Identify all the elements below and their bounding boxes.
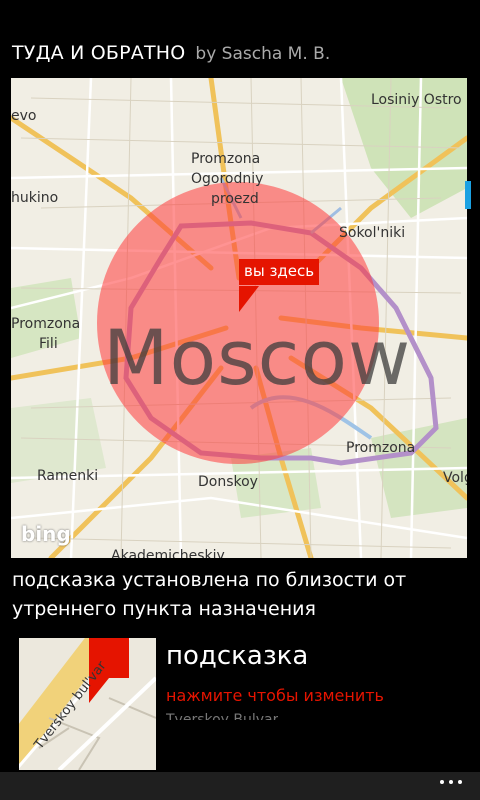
app-bar: [0, 772, 480, 800]
bing-logo: bing: [21, 522, 71, 546]
dot-icon: [458, 780, 462, 784]
hint-description: подсказка установлена по близости от утр…: [12, 569, 407, 620]
change-hint-link[interactable]: нажмите чтобы изменить: [166, 686, 384, 705]
place-label: Sokol'niki: [339, 225, 406, 241]
place-label: Promzona: [346, 440, 416, 456]
thumbnail-map: [19, 638, 156, 770]
app-author: by Sascha M. B.: [195, 44, 331, 64]
place-label: Donskoy: [198, 474, 258, 490]
map-view[interactable]: Losiniy Ostro evo Promzona Ogorodniy pro…: [11, 78, 467, 558]
you-are-here-marker[interactable]: вы здесь: [239, 259, 320, 285]
place-label: Losiniy Ostro: [371, 92, 462, 108]
marker-pointer-icon: [239, 286, 259, 312]
ellipsis-icon[interactable]: [440, 780, 462, 784]
place-label: proezd: [211, 191, 259, 207]
place-label: Volg: [443, 470, 467, 486]
hint-location: Tverskoy Bulvar: [166, 712, 279, 720]
place-label: Ramenki: [37, 468, 99, 484]
city-label: Moscow: [103, 313, 412, 402]
place-label: Promzona: [11, 316, 81, 332]
place-label: Fili: [39, 336, 58, 352]
hint-title: подсказка: [166, 641, 309, 671]
place-label: Promzona: [191, 151, 261, 167]
scroll-indicator: [465, 181, 471, 209]
page-header: ТУДА И ОБРАТНО by Sascha M. B.: [12, 42, 330, 72]
place-label: evo: [11, 108, 37, 124]
dot-icon: [440, 780, 444, 784]
dot-icon: [449, 780, 453, 784]
place-label: Ogorodniy: [191, 171, 264, 187]
place-label: Akademicheskiy: [111, 548, 225, 558]
place-label: hukino: [11, 190, 59, 206]
app-title: ТУДА И ОБРАТНО: [12, 42, 186, 64]
hint-thumbnail[interactable]: Tverskoy bul'var: [19, 638, 156, 770]
